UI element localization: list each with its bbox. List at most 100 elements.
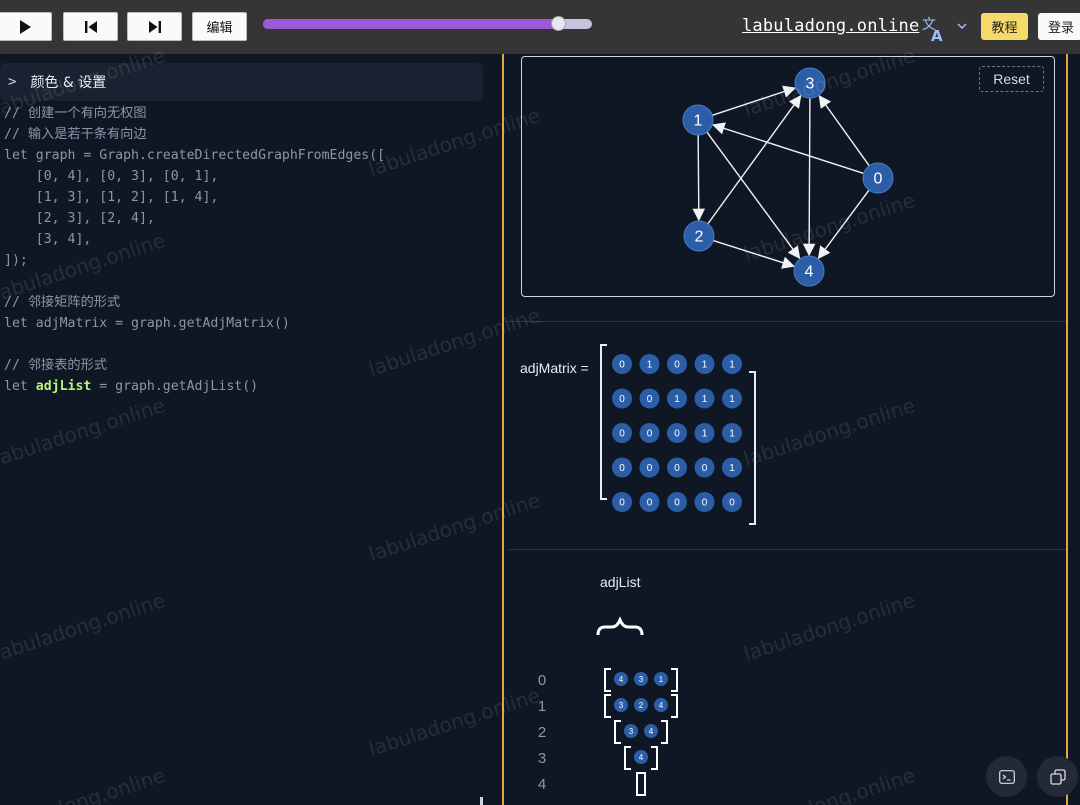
graph-node[interactable]: 0: [862, 162, 894, 194]
matrix-value: 0: [619, 498, 625, 509]
matrix-cell: 0: [694, 492, 715, 512]
graph-node[interactable]: 1: [682, 104, 714, 136]
settings-label: 颜色 & 设置: [30, 75, 107, 91]
site-link[interactable]: labuladong.online: [742, 16, 919, 36]
adjlist-item: 4: [654, 698, 668, 712]
matrix-value: 1: [702, 394, 708, 405]
divider: [508, 549, 1066, 550]
graph-edge: [713, 239, 795, 269]
play-button[interactable]: [0, 12, 52, 41]
terminal-icon: [998, 769, 1015, 784]
scroll-handle[interactable]: [480, 797, 483, 805]
adjlist-index: 4: [538, 776, 546, 793]
adjlist-brace: [596, 616, 644, 636]
list-bracket: [661, 720, 668, 744]
language-switcher[interactable]: 文 A: [921, 13, 969, 45]
code-line: let graph = Graph.createDirectedGraphFro…: [4, 148, 386, 163]
reset-button[interactable]: Reset: [979, 66, 1044, 92]
edit-button[interactable]: 编辑: [192, 12, 247, 41]
code-line: // 输入是若干条有向边: [4, 127, 147, 142]
adjlist-value: 3: [639, 675, 644, 684]
adjlist-item: 3: [634, 672, 648, 686]
matrix-value: 0: [619, 429, 625, 440]
divider: [508, 321, 1066, 322]
adjlist-item: 4: [644, 724, 658, 738]
copy-button[interactable]: [1037, 756, 1078, 797]
adj-list: 0 1 2 3 4 4 3 1 3 2 4 3 4 4: [538, 616, 678, 796]
adj-matrix: 0 1 0 1 1 0 0 1 1 1 0 0 0 1 1 0 0 0 0 1 0 0 0 0 0: [600, 344, 756, 525]
matrix-cell: 1: [722, 354, 742, 374]
translate-icon: 文 A: [922, 17, 967, 45]
graph-node[interactable]: 3: [794, 67, 826, 99]
matrix-value: 0: [647, 429, 653, 440]
code-editor[interactable]: // 创建一个有向无权图 // 输入是若干条有向边 let graph = Grap…: [4, 103, 385, 397]
adjlist-index: 1: [538, 698, 546, 715]
matrix-value: 1: [702, 429, 708, 440]
graph-edge: [707, 94, 802, 225]
svg-text:A: A: [931, 27, 943, 43]
copy-icon: [1049, 768, 1066, 785]
matrix-cell: 0: [722, 492, 742, 512]
matrix-value: 1: [674, 394, 680, 405]
chevron-down-icon: [957, 23, 967, 30]
matrix-cell: 1: [639, 354, 660, 374]
adjlist-index: 2: [538, 724, 546, 741]
matrix-value: 1: [729, 429, 735, 440]
matrix-value: 0: [674, 360, 680, 371]
node-label: 0: [874, 171, 883, 188]
node-label: 3: [806, 76, 815, 93]
graph-node[interactable]: 4: [793, 255, 825, 287]
node-label: 4: [805, 264, 814, 281]
progress-fill: [263, 19, 559, 29]
graph-edge: [706, 131, 801, 260]
graph-node[interactable]: 2: [683, 220, 715, 252]
progress-knob[interactable]: [551, 16, 567, 31]
matrix-value: 1: [647, 360, 653, 371]
graph-edge: [817, 189, 870, 260]
matrix-cell: 0: [639, 388, 660, 409]
code-line: [1, 3], [1, 2], [1, 4],: [4, 190, 219, 205]
progress-slider[interactable]: [263, 16, 592, 31]
matrix-value: 1: [702, 360, 708, 371]
matrix-cell: 0: [612, 354, 632, 374]
tutorial-button[interactable]: 教程: [981, 13, 1028, 40]
node-label: 1: [694, 113, 703, 130]
list-bracket: [636, 772, 643, 796]
adjlist-item: 4: [634, 750, 648, 764]
code-line: // 创建一个有向无权图: [4, 106, 147, 121]
code-line: // 邻接表的形式: [4, 358, 107, 373]
adjlist-title: adjList: [600, 574, 641, 590]
matrix-value: 1: [729, 360, 735, 371]
adjlist-value: 3: [629, 727, 634, 736]
matrix-value: 0: [674, 463, 680, 474]
matrix-value: 0: [674, 429, 680, 440]
matrix-cell: 1: [722, 457, 742, 478]
visual-panel: 01234 Reset adjMatrix = 0101100111000110…: [502, 54, 1068, 805]
matrix-cell: 1: [694, 423, 715, 443]
adjlist-item: 2: [634, 698, 648, 712]
graph-edge: [692, 134, 706, 222]
matrix-cell: 1: [722, 423, 742, 443]
adjlist-index: 3: [538, 750, 546, 767]
matrix-cell: 0: [694, 457, 715, 478]
node-label: 2: [695, 229, 704, 246]
step-back-button[interactable]: [63, 12, 118, 41]
matrix-cell: 0: [612, 457, 632, 478]
step-forward-button[interactable]: [127, 12, 182, 41]
settings-toggle[interactable]: > 颜色 & 设置: [0, 63, 483, 101]
adjlist-value: 2: [639, 701, 644, 710]
graph-edge: [802, 97, 816, 257]
login-button[interactable]: 登录: [1038, 13, 1080, 40]
console-button[interactable]: [986, 756, 1027, 797]
adjlist-value: 4: [659, 701, 664, 710]
matrix-value: 0: [729, 498, 735, 509]
adjlist-item: 3: [614, 698, 628, 712]
matrix-cell: 0: [667, 457, 687, 478]
adjlist-value: 1: [659, 675, 664, 684]
matrix-value: 0: [619, 463, 625, 474]
adjlist-value: 4: [619, 675, 624, 684]
matrix-value: 0: [619, 360, 625, 371]
matrix-cell: 1: [722, 388, 742, 409]
graph-canvas[interactable]: 0 1 2 3 4 Reset: [521, 56, 1055, 297]
matrix-cell: 0: [667, 354, 687, 374]
